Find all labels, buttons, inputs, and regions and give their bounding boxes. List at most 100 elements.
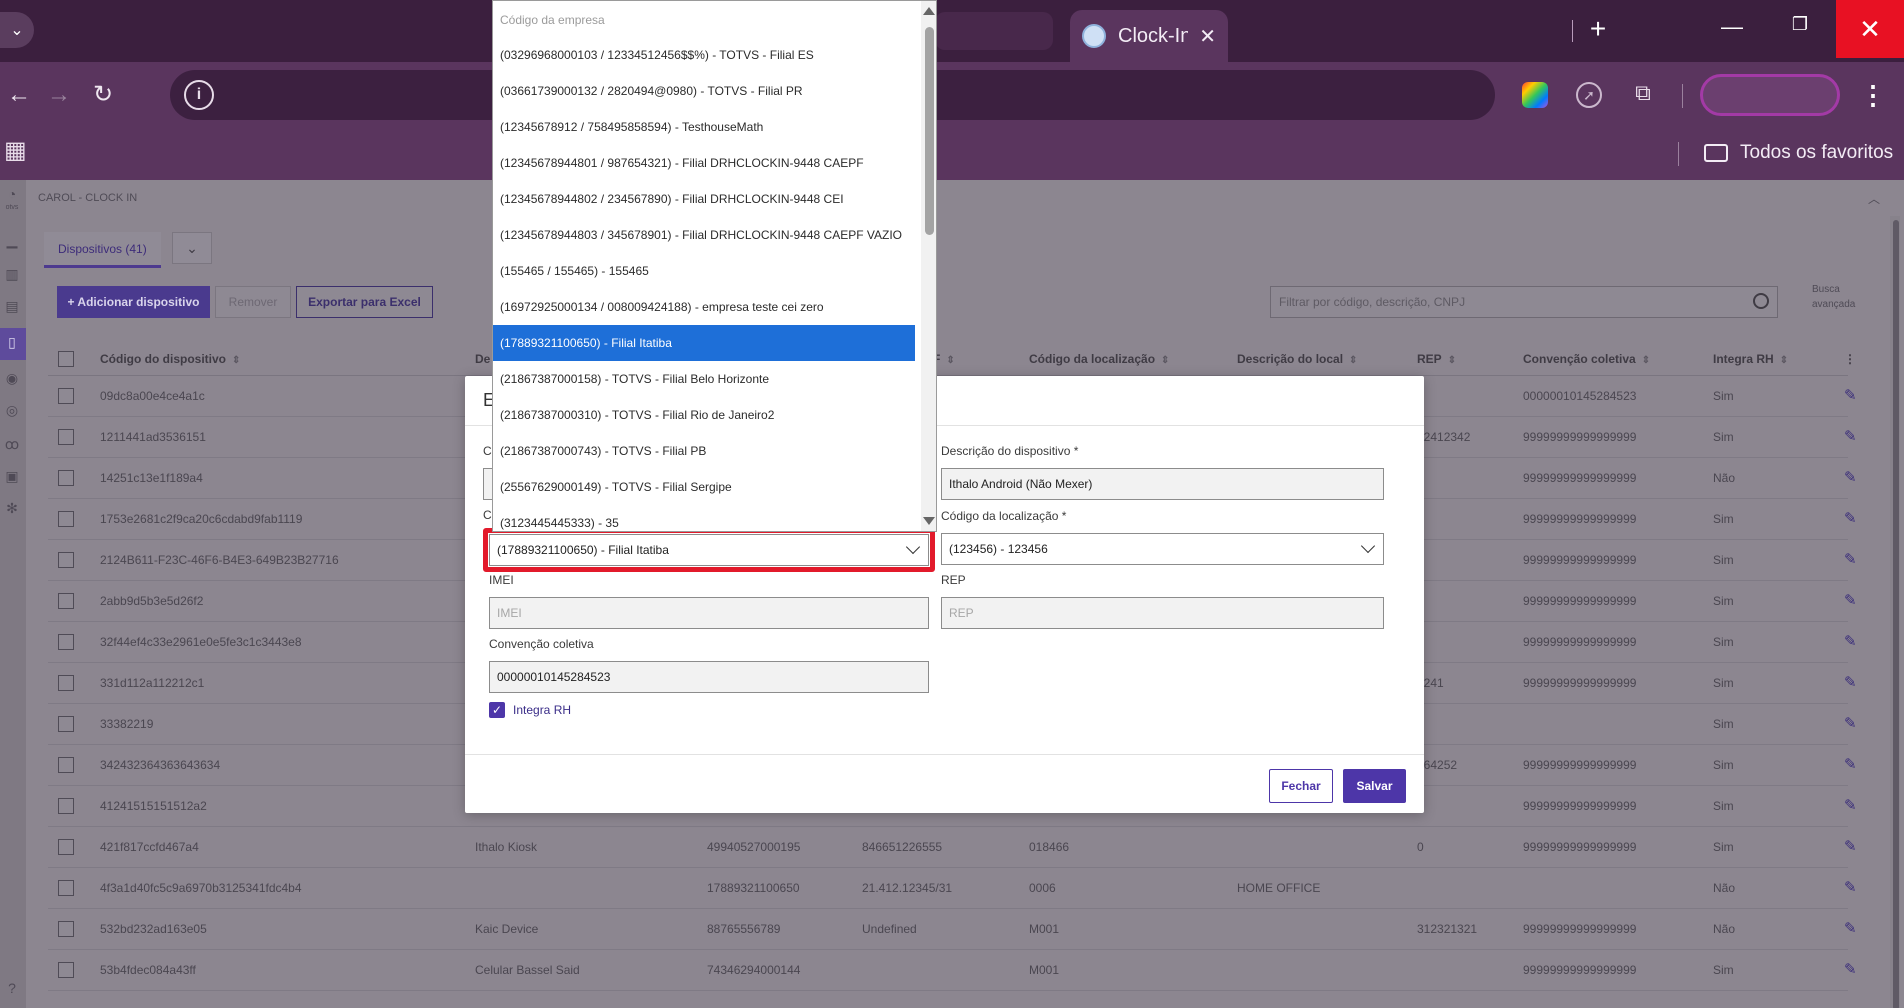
rep-input[interactable]: REP: [941, 597, 1384, 629]
close-tab-icon[interactable]: ✕: [1199, 24, 1216, 49]
tab-devices[interactable]: Dispositivos (41): [44, 232, 161, 268]
scroll-down-arrow-icon[interactable]: [923, 517, 935, 525]
dropdown-option[interactable]: (21867387000158) - TOTVS - Filial Belo H…: [493, 361, 915, 397]
edit-pencil-icon[interactable]: ✎: [1844, 714, 1857, 732]
apps-grid-icon[interactable]: ▦: [4, 138, 30, 164]
edit-pencil-icon[interactable]: ✎: [1844, 509, 1857, 527]
restore-window-button[interactable]: ❐: [1776, 14, 1824, 44]
dropdown-option[interactable]: (03296968000103 / 12334512456$$%) - TOTV…: [493, 37, 915, 73]
building-icon[interactable]: ▥: [2, 266, 22, 286]
active-tab[interactable]: Clock-In ✕: [1070, 10, 1228, 62]
save-button[interactable]: Salvar: [1343, 769, 1406, 803]
row-checkbox[interactable]: [58, 675, 74, 691]
signal-icon[interactable]: ◉: [2, 370, 22, 390]
select-all-checkbox[interactable]: [58, 351, 74, 367]
row-checkbox[interactable]: [58, 962, 74, 978]
row-checkbox[interactable]: [58, 839, 74, 855]
gear-icon[interactable]: ✻: [2, 500, 22, 520]
users-icon[interactable]: ꝏ: [2, 436, 22, 456]
filter-input[interactable]: Filtrar por código, descrição, CNPJ: [1270, 286, 1778, 318]
integra-rh-label[interactable]: Integra RH: [513, 703, 571, 717]
dropdown-option[interactable]: (21867387000743) - TOTVS - Filial PB: [493, 433, 915, 469]
browser-menu-icon[interactable]: ⋮: [1860, 78, 1886, 112]
row-checkbox[interactable]: [58, 798, 74, 814]
edit-pencil-icon[interactable]: ✎: [1844, 632, 1857, 650]
minimize-window-button[interactable]: —: [1708, 14, 1756, 44]
row-checkbox[interactable]: [58, 634, 74, 650]
column-header[interactable]: Código do dispositivo ⇕: [100, 352, 240, 366]
chart-icon[interactable]: ▁: [2, 232, 22, 252]
integra-rh-checkbox[interactable]: ✓: [489, 702, 505, 718]
row-checkbox[interactable]: [58, 716, 74, 732]
edit-pencil-icon[interactable]: ✎: [1844, 919, 1857, 937]
new-tab-button[interactable]: +: [1583, 14, 1613, 44]
back-button[interactable]: ←: [4, 80, 34, 110]
compass-extension-icon[interactable]: ➚: [1576, 82, 1602, 108]
lock-icon[interactable]: ▣: [2, 468, 22, 488]
column-header[interactable]: Código da localização ⇕: [1029, 352, 1169, 366]
map-icon[interactable]: ▤: [2, 298, 22, 318]
row-checkbox[interactable]: [58, 880, 74, 896]
dropdown-option[interactable]: (12345678912 / 758495858594) - Testhouse…: [493, 109, 915, 145]
tab-search-button[interactable]: ⌄: [0, 12, 34, 48]
page-scrollbar-thumb[interactable]: [1893, 220, 1899, 1008]
dropdown-option[interactable]: (16972925000134 / 008009424188) - empres…: [493, 289, 915, 325]
row-checkbox[interactable]: [58, 388, 74, 404]
location-pin-icon[interactable]: ◎: [2, 402, 22, 422]
edit-pencil-icon[interactable]: ✎: [1844, 550, 1857, 568]
edit-pencil-icon[interactable]: ✎: [1844, 755, 1857, 773]
row-checkbox[interactable]: [58, 511, 74, 527]
dropdown-option[interactable]: (25567629000149) - TOTVS - Filial Sergip…: [493, 469, 915, 505]
location-code-select[interactable]: (123456) - 123456: [941, 533, 1384, 565]
column-header[interactable]: REP ⇕: [1417, 352, 1456, 366]
add-device-button[interactable]: + Adicionar dispositivo: [57, 286, 210, 318]
collective-agreement-input[interactable]: 00000010145284523: [489, 661, 929, 693]
table-row[interactable]: 421f817ccfd467a4 Ithalo Kiosk 499405270001…: [48, 827, 1857, 868]
chevron-up-icon[interactable]: ︿: [1868, 190, 1880, 207]
all-bookmarks-folder[interactable]: Todos os favoritos: [1704, 138, 1893, 168]
edit-pencil-icon[interactable]: ✎: [1844, 837, 1857, 855]
edit-pencil-icon[interactable]: ✎: [1844, 960, 1857, 978]
table-row[interactable]: 532bd232ad163e05 Kaic Device 88765556789 Un…: [48, 909, 1857, 950]
extensions-puzzle-icon[interactable]: ⧉: [1628, 80, 1658, 110]
device-description-input[interactable]: Ithalo Android (Não Mexer): [941, 468, 1384, 500]
row-checkbox[interactable]: [58, 593, 74, 609]
edit-pencil-icon[interactable]: ✎: [1844, 591, 1857, 609]
edit-pencil-icon[interactable]: ✎: [1844, 796, 1857, 814]
column-header[interactable]: De: [475, 352, 490, 366]
column-options-icon[interactable]: ⋮: [1844, 352, 1856, 366]
column-header[interactable]: Convenção coletiva ⇕: [1523, 352, 1650, 366]
imei-input[interactable]: IMEI: [489, 597, 929, 629]
profile-button[interactable]: [1700, 74, 1840, 116]
dropdown-option[interactable]: (21867387000310) - TOTVS - Filial Rio de…: [493, 397, 915, 433]
dropdown-option[interactable]: (3123445445333) - 35: [493, 505, 915, 531]
scroll-up-arrow-icon[interactable]: [923, 7, 935, 15]
row-checkbox[interactable]: [58, 921, 74, 937]
dropdown-option[interactable]: (12345678944802 / 234567890) - Filial DR…: [493, 181, 915, 217]
export-excel-button[interactable]: Exportar para Excel: [296, 286, 433, 318]
dropdown-option[interactable]: (03661739000132 / 2820494@0980) - TOTVS …: [493, 73, 915, 109]
dropdown-option[interactable]: (17889321100650) - Filial Itatiba: [493, 325, 915, 361]
device-icon[interactable]: ▯: [2, 334, 22, 354]
help-icon[interactable]: ?: [2, 980, 22, 1000]
dropdown-scrollbar-thumb[interactable]: [925, 27, 934, 235]
table-row[interactable]: 53b4fdec084a43ff Celular Bassel Said 74346…: [48, 950, 1857, 991]
edit-pencil-icon[interactable]: ✎: [1844, 427, 1857, 445]
site-info-icon[interactable]: i: [184, 80, 214, 110]
row-checkbox[interactable]: [58, 757, 74, 773]
edit-pencil-icon[interactable]: ✎: [1844, 673, 1857, 691]
forward-button[interactable]: →: [44, 80, 74, 110]
edit-pencil-icon[interactable]: ✎: [1844, 386, 1857, 404]
remove-button[interactable]: Remover: [215, 286, 291, 318]
close-button[interactable]: Fechar: [1269, 769, 1333, 803]
dropdown-option[interactable]: (12345678944803 / 345678901) - Filial DR…: [493, 217, 915, 253]
row-checkbox[interactable]: [58, 429, 74, 445]
row-checkbox[interactable]: [58, 552, 74, 568]
search-icon[interactable]: [1753, 293, 1769, 309]
dropdown-option[interactable]: (155465 / 155465) - 155465: [493, 253, 915, 289]
dropdown-option[interactable]: (12345678944801 / 987654321) - Filial DR…: [493, 145, 915, 181]
tab-dropdown-button[interactable]: ⌄: [172, 232, 212, 264]
column-header[interactable]: Descrição do local ⇕: [1237, 352, 1357, 366]
inactive-tab[interactable]: [935, 12, 1053, 50]
close-window-button[interactable]: ✕: [1836, 0, 1904, 58]
